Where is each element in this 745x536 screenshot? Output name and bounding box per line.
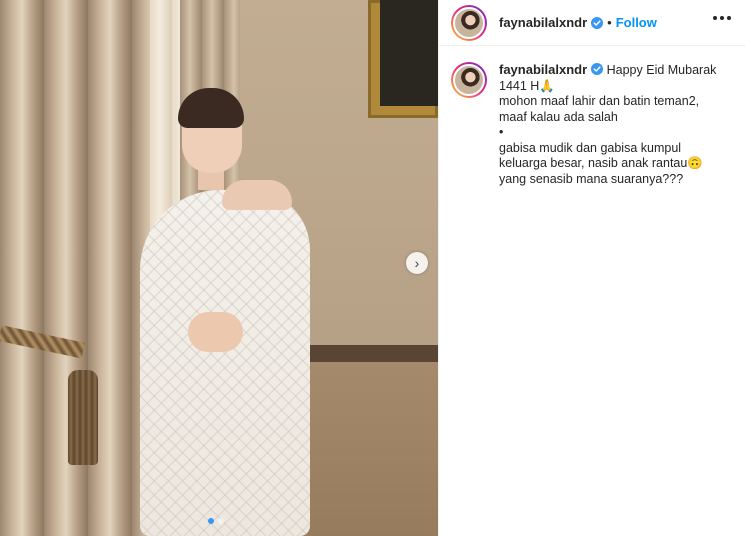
caption-line-3: mohon maaf lahir dan batin teman2, <box>499 94 700 108</box>
caption-text-first: Happy Eid Mubarak <box>606 63 717 77</box>
caption-username[interactable]: faynabilalxndr <box>499 62 587 77</box>
follow-button[interactable]: Follow <box>616 15 657 30</box>
caption-avatar-image <box>453 64 485 96</box>
avatar[interactable] <box>451 4 487 41</box>
carousel-next-button[interactable]: › <box>406 252 428 274</box>
carousel-dot <box>218 518 224 524</box>
caption-verified-badge-icon <box>591 63 604 75</box>
more-options-icon[interactable] <box>713 16 731 20</box>
caption-line-8: yang senasib mana suaranya??? <box>499 171 684 186</box>
chevron-right-icon: › <box>414 255 420 271</box>
header-username[interactable]: faynabilalxndr <box>499 15 587 30</box>
carousel-dot-active <box>208 518 214 524</box>
header-separator: • <box>607 15 612 30</box>
photo-wall-frame-art <box>380 0 438 106</box>
post-sidebar: faynabilalxndr • Follow faynabilalxndr H… <box>438 0 745 536</box>
caption-line-1: faynabilalxndr Happy Eid Mubarak <box>499 62 729 79</box>
photo-figure-dress <box>140 190 310 536</box>
post-photo[interactable]: › <box>0 0 438 536</box>
verified-badge-icon <box>591 16 604 29</box>
photo-figure-shoulder <box>222 180 292 210</box>
caption-line-7: keluarga besar, nasib anak rantau🙃 <box>499 156 703 170</box>
caption-avatar[interactable] <box>451 62 487 98</box>
caption-line-6: gabisa mudik dan gabisa kumpul <box>499 140 682 155</box>
caption-line-5: • <box>499 125 504 139</box>
caption-body: faynabilalxndr Happy Eid Mubarak 1441 H🙏… <box>499 62 729 187</box>
post-header: faynabilalxndr • Follow <box>439 0 745 46</box>
photo-tassel <box>68 370 98 465</box>
caption-line-4: maaf kalau ada salah <box>499 109 618 124</box>
carousel-dots <box>208 518 224 524</box>
post-caption: faynabilalxndr Happy Eid Mubarak 1441 H🙏… <box>439 46 745 187</box>
caption-line-2: 1441 H🙏 <box>499 78 555 93</box>
photo-figure-hands <box>188 312 243 352</box>
avatar-image <box>453 6 485 39</box>
